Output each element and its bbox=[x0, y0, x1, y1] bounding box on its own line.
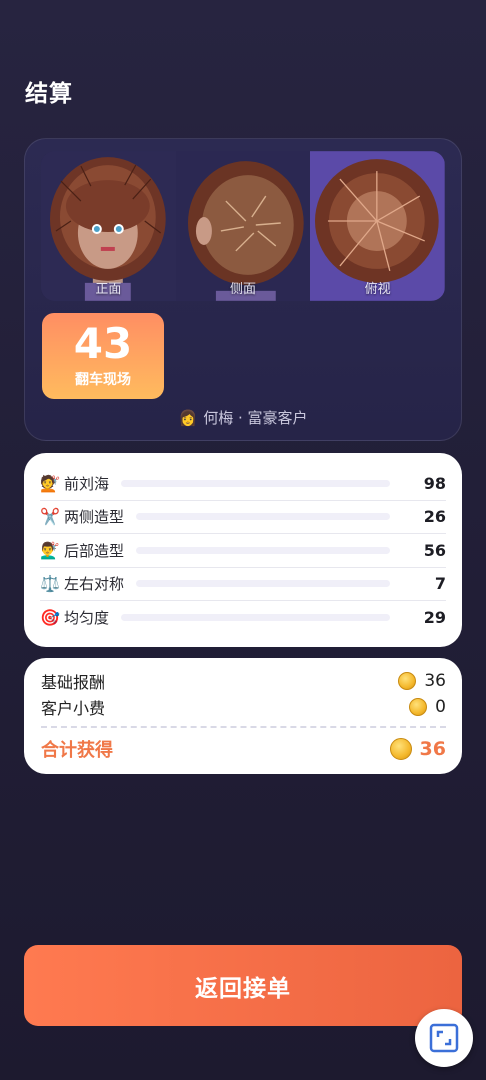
score-bar bbox=[136, 580, 390, 588]
result-card: 正面 侧面 俯视 43 翻车现场 👩 何梅 · 富豪客户 bbox=[24, 138, 462, 441]
expand-corner-icon bbox=[429, 1023, 459, 1053]
total-label: 合计获得 bbox=[41, 740, 113, 761]
tip-row: 客户小费 0 bbox=[41, 694, 446, 720]
return-to-orders-button[interactable]: 返回接单 bbox=[24, 945, 462, 1026]
front-view: 正面 bbox=[41, 151, 176, 301]
coin-icon bbox=[389, 738, 412, 760]
top-view-label: 俯视 bbox=[364, 282, 391, 297]
man-haircut-icon: 💇‍♂️ bbox=[40, 540, 60, 560]
base-pay-row: 基础报酬 36 bbox=[41, 668, 446, 694]
customer-info: 👩 何梅 · 富豪客户 bbox=[25, 407, 461, 428]
haircut-icon: 💇 bbox=[40, 473, 60, 493]
score-value: 98 bbox=[423, 473, 446, 493]
front-view-label: 正面 bbox=[95, 282, 122, 297]
score-bar-fill bbox=[136, 513, 390, 520]
coin-icon bbox=[409, 698, 428, 716]
tip-value: 0 bbox=[435, 697, 446, 717]
score-value: 7 bbox=[434, 574, 446, 594]
scissors-icon: ✂️ bbox=[40, 507, 60, 527]
score-breakdown-card: 💇 前刘海 98 ✂️ 两侧造型 26 💇‍♂️ 后部造型 56 ⚖️ 左右对称… bbox=[24, 453, 462, 647]
total-score: 43 bbox=[73, 319, 133, 368]
score-bar-fill bbox=[136, 580, 390, 587]
score-label: 后部造型 bbox=[64, 541, 125, 560]
side-view-label: 侧面 bbox=[230, 282, 257, 297]
customer-name: 何梅 · 富豪客户 bbox=[203, 409, 308, 427]
floating-corner-button[interactable] bbox=[415, 1009, 473, 1067]
base-pay-value: 36 bbox=[424, 671, 446, 691]
score-row-back: 💇‍♂️ 后部造型 56 bbox=[40, 534, 446, 568]
score-bar bbox=[121, 479, 390, 487]
total-value: 36 bbox=[419, 738, 446, 760]
score-value: 29 bbox=[423, 608, 446, 628]
total-score-badge: 43 翻车现场 bbox=[42, 313, 164, 399]
customer-avatar-icon: 👩 bbox=[178, 409, 198, 427]
coin-icon bbox=[398, 672, 417, 690]
score-value: 26 bbox=[423, 507, 446, 527]
score-row-sides: ✂️ 两侧造型 26 bbox=[40, 501, 446, 534]
score-bar bbox=[121, 614, 390, 622]
score-label: 两侧造型 bbox=[64, 508, 125, 527]
target-icon: 🎯 bbox=[40, 608, 60, 628]
score-bar-fill bbox=[121, 614, 390, 621]
score-bar-fill bbox=[136, 547, 390, 554]
balance-scale-icon: ⚖️ bbox=[40, 574, 60, 594]
top-view: 俯视 bbox=[310, 151, 445, 301]
score-label: 左右对称 bbox=[64, 575, 125, 594]
score-value: 56 bbox=[423, 540, 446, 560]
score-label: 前刘海 bbox=[64, 474, 110, 493]
payment-card: 基础报酬 36 客户小费 0 合计获得 36 bbox=[24, 658, 462, 774]
score-bar bbox=[136, 546, 390, 554]
score-row-bangs: 💇 前刘海 98 bbox=[40, 467, 446, 501]
score-label: 均匀度 bbox=[64, 609, 110, 628]
score-rating: 翻车现场 bbox=[75, 372, 131, 388]
side-view: 侧面 bbox=[175, 151, 311, 301]
score-bar bbox=[136, 513, 390, 521]
score-row-symmetry: ⚖️ 左右对称 7 bbox=[40, 568, 446, 601]
tip-label: 客户小费 bbox=[41, 699, 106, 718]
score-bar-fill bbox=[121, 480, 390, 487]
hair-preview-panel: 正面 侧面 俯视 bbox=[41, 151, 445, 301]
score-row-evenness: 🎯 均匀度 29 bbox=[40, 601, 446, 635]
page-title: 结算 bbox=[25, 81, 73, 107]
total-row: 合计获得 36 bbox=[41, 732, 446, 766]
dashed-divider bbox=[41, 726, 446, 728]
base-pay-label: 基础报酬 bbox=[41, 673, 106, 692]
